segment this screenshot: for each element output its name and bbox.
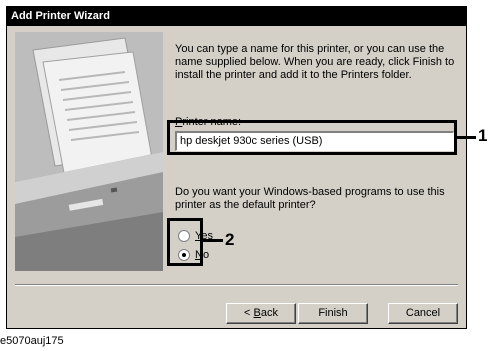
button-separator <box>15 284 458 286</box>
default-printer-question: Do you want your Windows-based programs … <box>175 186 445 211</box>
add-printer-wizard-dialog: Add Printer Wizard You can type a name f… <box>6 6 467 329</box>
title-bar: Add Printer Wizard <box>7 7 466 26</box>
callout-number-1: 1 <box>478 126 488 145</box>
callout-box-2 <box>167 218 203 266</box>
callout-box-1 <box>167 120 457 155</box>
callout-line-2 <box>203 239 223 242</box>
callout-line-1 <box>457 136 476 139</box>
callout-number-2: 2 <box>225 230 235 249</box>
cancel-button[interactable]: Cancel <box>388 303 458 324</box>
wizard-printer-illustration <box>15 32 163 271</box>
wizard-description: You can type a name for this printer, or… <box>175 43 455 81</box>
figure-caption: e5070auj175 <box>0 335 64 347</box>
finish-button[interactable]: Finish <box>298 303 368 324</box>
back-button[interactable]: < Back <box>226 303 296 324</box>
